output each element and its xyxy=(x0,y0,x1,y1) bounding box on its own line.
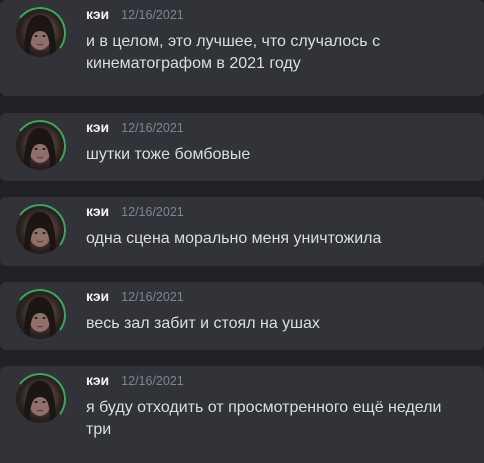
avatar-photo xyxy=(24,297,56,339)
avatar-photo xyxy=(24,15,56,57)
message-text: я буду отходить от просмотренного ещё не… xyxy=(86,399,442,438)
message-header: кэи 12/16/2021 xyxy=(86,203,184,223)
message-header: кэи 12/16/2021 xyxy=(86,119,184,139)
message-timestamp: 12/16/2021 xyxy=(121,205,184,219)
message-header: кэи 12/16/2021 xyxy=(86,288,184,308)
message-item[interactable]: кэи 12/16/2021 я буду отходить от просмо… xyxy=(0,366,484,463)
message-item[interactable]: кэи 12/16/2021 шутки тоже бомбовые xyxy=(0,113,484,181)
message-timestamp: 12/16/2021 xyxy=(121,121,184,135)
message-item[interactable]: кэи 12/16/2021 одна сцена морально меня … xyxy=(0,197,484,266)
author-name[interactable]: кэи xyxy=(86,6,109,22)
avatar-photo xyxy=(24,212,56,254)
author-name[interactable]: кэи xyxy=(86,203,109,219)
message-timestamp: 12/16/2021 xyxy=(121,290,184,304)
message-header: кэи 12/16/2021 xyxy=(86,6,184,26)
avatar[interactable] xyxy=(16,9,64,57)
message-feed: кэи 12/16/2021 и в целом, это лучшее, чт… xyxy=(0,0,484,463)
message-item[interactable]: кэи 12/16/2021 и в целом, это лучшее, чт… xyxy=(0,0,484,96)
message-text: одна сцена морально меня уничтожила xyxy=(86,230,382,247)
avatar[interactable] xyxy=(16,206,64,254)
avatar-photo xyxy=(24,128,56,170)
author-name[interactable]: кэи xyxy=(86,372,109,388)
message-text: шутки тоже бомбовые xyxy=(86,146,251,163)
author-name[interactable]: кэи xyxy=(86,288,109,304)
message-timestamp: 12/16/2021 xyxy=(121,8,184,22)
message-text: весь зал забит и стоял на ушах xyxy=(86,315,320,332)
message-timestamp: 12/16/2021 xyxy=(121,374,184,388)
message-text: и в целом, это лучшее, что случалось с к… xyxy=(86,33,381,72)
avatar[interactable] xyxy=(16,291,64,339)
avatar[interactable] xyxy=(16,375,64,423)
message-header: кэи 12/16/2021 xyxy=(86,372,184,392)
author-name[interactable]: кэи xyxy=(86,119,109,135)
message-item[interactable]: кэи 12/16/2021 весь зал забит и стоял на… xyxy=(0,282,484,350)
avatar[interactable] xyxy=(16,122,64,170)
avatar-photo xyxy=(24,381,56,423)
